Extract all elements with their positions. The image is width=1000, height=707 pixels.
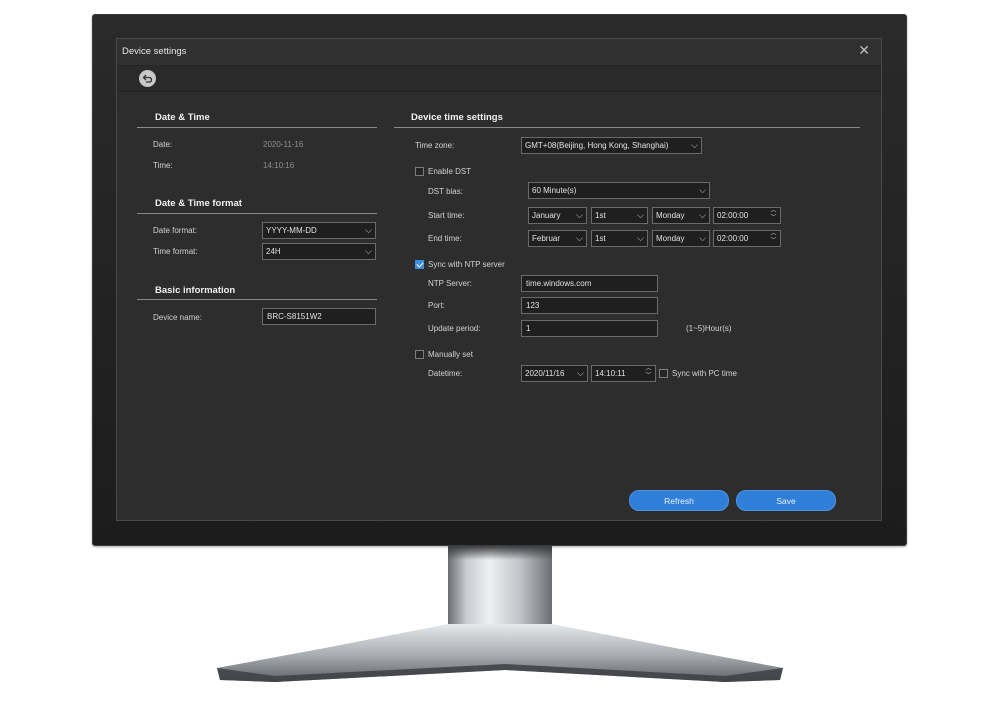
datetime-label: Datetime: bbox=[428, 369, 463, 378]
dst-bias-select[interactable]: 60 Minute(s) ⌵ bbox=[528, 182, 710, 199]
manual-set-label: Manually set bbox=[428, 350, 473, 359]
time-value: 14:10:16 bbox=[263, 161, 295, 170]
date-label: Date: bbox=[153, 140, 173, 149]
start-month-select[interactable]: January ⌵ bbox=[528, 207, 587, 224]
chevron-down-icon: ⌵ bbox=[691, 140, 698, 150]
dst-bias-label: DST bias: bbox=[428, 187, 463, 196]
end-month-value: Februar bbox=[532, 234, 561, 243]
end-week-value: 1st bbox=[595, 234, 606, 243]
ntp-server-label: NTP Server: bbox=[428, 279, 472, 288]
device-time-heading: Device time settings bbox=[411, 112, 503, 123]
update-period-label: Update period: bbox=[428, 324, 481, 333]
chevron-down-icon: ⌵ bbox=[699, 210, 706, 220]
basic-info-heading: Basic information bbox=[155, 285, 236, 296]
timezone-select[interactable]: GMT+08(Beijing, Hong Kong, Shanghai) ⌵ bbox=[521, 137, 702, 154]
divider bbox=[137, 213, 377, 214]
time-label: Time: bbox=[153, 161, 173, 170]
start-time-label: Start time: bbox=[428, 211, 465, 220]
device-name-label: Device name: bbox=[153, 313, 202, 322]
timezone-label: Time zone: bbox=[415, 141, 455, 150]
close-icon[interactable]: ✕ bbox=[858, 42, 870, 59]
manual-time-value: 14:10:11 bbox=[595, 369, 626, 378]
manual-date-value: 2020/11/16 bbox=[525, 369, 565, 378]
date-value: 2020-11-16 bbox=[263, 140, 304, 149]
spinner-arrows-icon[interactable]: ︿ ﹀ bbox=[769, 231, 778, 245]
start-time-spinner[interactable]: 02:00:00 ︿ ﹀ bbox=[713, 207, 781, 224]
refresh-button[interactable]: Refresh bbox=[629, 490, 729, 511]
end-time-spinner[interactable]: 02:00:00 ︿ ﹀ bbox=[713, 230, 781, 247]
date-format-select[interactable]: YYYY-MM-DD ⌵ bbox=[262, 222, 376, 239]
start-week-select[interactable]: 1st ⌵ bbox=[591, 207, 648, 224]
window-title: Device settings bbox=[122, 46, 187, 57]
toolbar bbox=[117, 66, 881, 92]
ntp-server-input[interactable]: time.windows.com bbox=[521, 275, 658, 292]
chevron-down-icon: ⌵ bbox=[365, 246, 372, 256]
time-format-value: 24H bbox=[266, 247, 281, 256]
update-period-input[interactable]: 1 bbox=[521, 320, 658, 337]
chevron-down-icon: ⌵ bbox=[637, 210, 644, 220]
sync-pc-time-checkbox[interactable] bbox=[659, 369, 668, 378]
ntp-sync-label: Sync with NTP server bbox=[428, 260, 505, 269]
time-format-label: Time format: bbox=[153, 247, 198, 256]
update-period-hint: (1~5)Hour(s) bbox=[686, 324, 732, 333]
divider bbox=[394, 127, 860, 128]
date-time-heading: Date & Time bbox=[155, 112, 210, 123]
start-day-value: Monday bbox=[656, 211, 685, 220]
start-time-value: 02:00:00 bbox=[717, 211, 749, 220]
device-settings-window: Device settings ✕ Date & Time Date: 2020… bbox=[116, 38, 882, 521]
start-day-select[interactable]: Monday ⌵ bbox=[652, 207, 710, 224]
chevron-down-icon: ⌵ bbox=[576, 210, 583, 220]
chevron-down-icon: ⌵ bbox=[576, 233, 583, 243]
enable-dst-label: Enable DST bbox=[428, 167, 472, 176]
divider bbox=[137, 127, 377, 128]
end-month-select[interactable]: Februar ⌵ bbox=[528, 230, 587, 247]
manual-time-spinner[interactable]: 14:10:11 ︿ ﹀ bbox=[591, 365, 656, 382]
end-day-value: Monday bbox=[656, 234, 685, 243]
title-bar: Device settings ✕ bbox=[117, 39, 881, 66]
chevron-down-icon: ⌵ bbox=[637, 233, 644, 243]
format-heading: Date & Time format bbox=[155, 198, 242, 209]
port-input[interactable]: 123 bbox=[521, 297, 658, 314]
end-time-value: 02:00:00 bbox=[717, 234, 749, 243]
time-format-select[interactable]: 24H ⌵ bbox=[262, 243, 376, 260]
chevron-down-icon: ⌵ bbox=[365, 225, 372, 235]
chevron-down-icon: ⌵ bbox=[577, 368, 584, 378]
chevron-down-icon: ⌵ bbox=[699, 185, 706, 195]
spinner-arrows-icon[interactable]: ︿ ﹀ bbox=[644, 366, 653, 380]
divider bbox=[137, 299, 377, 300]
port-label: Port: bbox=[428, 301, 445, 310]
back-button[interactable] bbox=[139, 70, 156, 87]
spinner-arrows-icon[interactable]: ︿ ﹀ bbox=[769, 208, 778, 222]
start-month-value: January bbox=[532, 211, 561, 220]
manual-set-checkbox[interactable] bbox=[415, 350, 424, 359]
manual-date-picker[interactable]: 2020/11/16 ⌵ bbox=[521, 365, 588, 382]
monitor-stand-base bbox=[217, 624, 783, 682]
ntp-sync-checkbox[interactable] bbox=[415, 260, 424, 269]
start-week-value: 1st bbox=[595, 211, 606, 220]
save-button[interactable]: Save bbox=[736, 490, 836, 511]
end-day-select[interactable]: Monday ⌵ bbox=[652, 230, 710, 247]
end-week-select[interactable]: 1st ⌵ bbox=[591, 230, 648, 247]
end-time-label: End time: bbox=[428, 234, 462, 243]
enable-dst-checkbox[interactable] bbox=[415, 167, 424, 176]
dst-bias-value: 60 Minute(s) bbox=[532, 186, 577, 195]
date-format-value: YYYY-MM-DD bbox=[266, 226, 317, 235]
sync-pc-time-label: Sync with PC time bbox=[672, 369, 737, 378]
date-format-label: Date format: bbox=[153, 226, 198, 235]
device-name-input[interactable]: BRC-S8151W2 bbox=[262, 308, 376, 325]
timezone-value: GMT+08(Beijing, Hong Kong, Shanghai) bbox=[525, 141, 669, 150]
back-arrow-icon bbox=[142, 74, 153, 83]
chevron-down-icon: ⌵ bbox=[699, 233, 706, 243]
